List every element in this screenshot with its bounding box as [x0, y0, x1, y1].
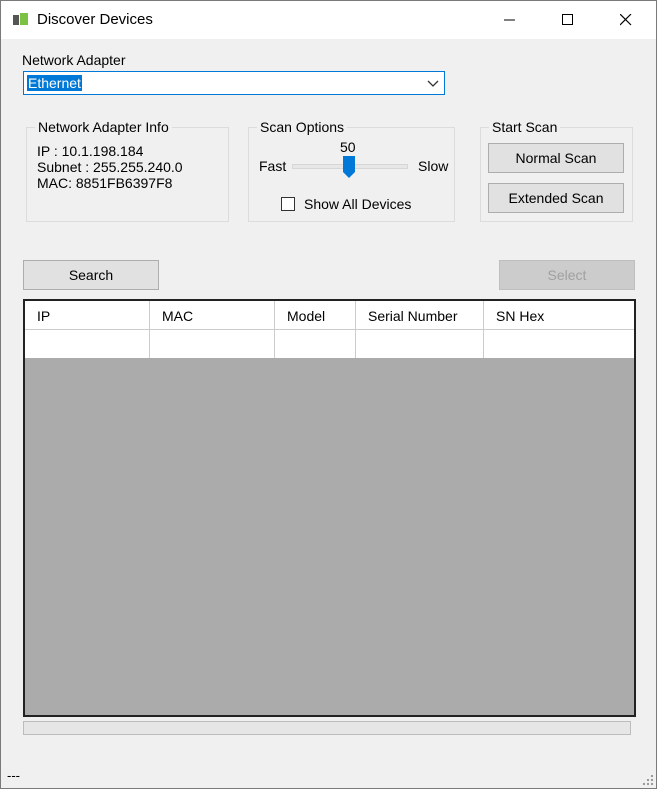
column-header-serial-number[interactable]: Serial Number	[356, 301, 484, 330]
column-header-model[interactable]: Model	[275, 301, 356, 330]
close-icon	[620, 14, 632, 26]
network-adapter-dropdown[interactable]: Ethernet	[23, 71, 445, 95]
show-all-devices-checkbox[interactable]	[281, 197, 295, 211]
resize-grip-icon[interactable]	[642, 774, 654, 786]
window-title: Discover Devices	[37, 11, 153, 28]
extended-scan-button[interactable]: Extended Scan	[488, 183, 624, 213]
column-header-ip[interactable]: IP	[25, 301, 150, 330]
status-text: ---	[7, 768, 20, 783]
adapter-info-title: Network Adapter Info	[35, 119, 172, 135]
show-all-devices-label[interactable]: Show All Devices	[304, 196, 411, 212]
devices-grid[interactable]: IP MAC Model Serial Number SN Hex	[23, 299, 636, 717]
title-bar[interactable]: Discover Devices	[1, 1, 656, 39]
column-header-sn-hex[interactable]: SN Hex	[484, 301, 634, 330]
maximize-button[interactable]	[539, 1, 597, 39]
search-button[interactable]: Search	[23, 260, 159, 290]
table-cell[interactable]	[484, 330, 634, 358]
select-button[interactable]: Select	[499, 260, 635, 290]
adapter-ip: IP : 10.1.198.184	[37, 143, 144, 159]
scan-speed-slider-thumb[interactable]	[343, 156, 355, 178]
maximize-icon	[562, 14, 573, 25]
normal-scan-button[interactable]: Normal Scan	[488, 143, 624, 173]
slider-value: 50	[340, 139, 356, 155]
status-bar: ---	[1, 762, 656, 788]
grid-header: IP MAC Model Serial Number SN Hex	[25, 301, 634, 330]
minimize-icon	[504, 19, 515, 21]
adapter-subnet: Subnet : 255.255.240.0	[37, 159, 183, 175]
table-cell[interactable]	[275, 330, 356, 358]
app-icon	[13, 13, 28, 25]
slider-max-label: Slow	[418, 158, 449, 174]
scan-options-title: Scan Options	[257, 119, 348, 135]
network-adapter-label: Network Adapter	[22, 52, 126, 68]
network-adapter-value: Ethernet	[27, 75, 82, 91]
minimize-button[interactable]	[481, 1, 539, 39]
close-button[interactable]	[597, 1, 655, 39]
chevron-down-icon	[427, 80, 439, 87]
adapter-mac: MAC: 8851FB6397F8	[37, 175, 173, 191]
scan-progress-bar	[23, 721, 631, 735]
slider-min-label: Fast	[259, 158, 287, 174]
table-cell[interactable]	[150, 330, 275, 358]
start-scan-title: Start Scan	[489, 119, 561, 135]
discover-devices-window: Discover Devices Network Adapter Etherne…	[0, 0, 657, 789]
column-header-mac[interactable]: MAC	[150, 301, 275, 330]
table-cell[interactable]	[25, 330, 150, 358]
table-cell[interactable]	[356, 330, 484, 358]
